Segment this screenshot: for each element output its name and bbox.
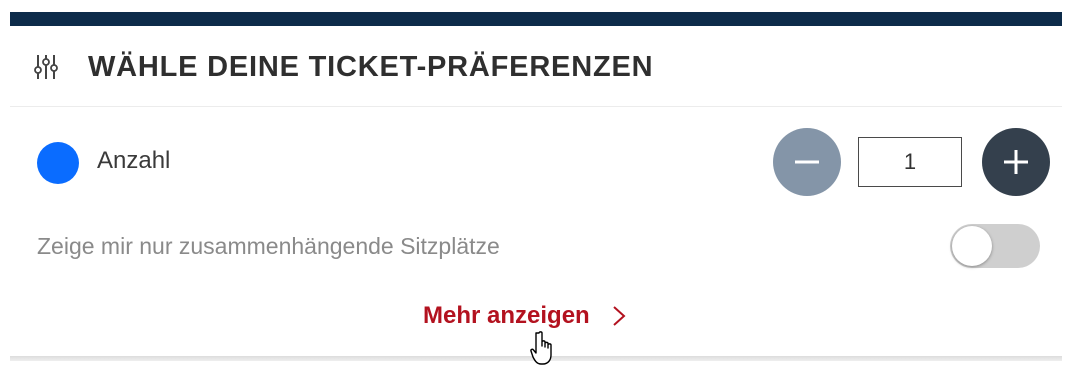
quantity-label: Anzahl: [97, 147, 171, 174]
quantity-input[interactable]: [858, 137, 962, 187]
increase-quantity-button[interactable]: [982, 128, 1050, 196]
plus-icon: [1004, 150, 1028, 174]
decrease-quantity-button[interactable]: [773, 128, 841, 196]
ticket-preferences-panel: WÄHLE DEINE TICKET-PRÄFERENZEN Anzahl Ze…: [10, 26, 1062, 356]
panel-header: WÄHLE DEINE TICKET-PRÄFERENZEN: [10, 26, 1062, 107]
chevron-right-icon: [613, 306, 626, 326]
show-more-link[interactable]: Mehr anzeigen: [423, 302, 626, 330]
hand-pointer-cursor-icon: [530, 331, 552, 365]
contiguous-seats-toggle[interactable]: [950, 224, 1040, 268]
contiguous-seats-label: Zeige mir nur zusammenhängende Sitzplätz…: [37, 233, 500, 259]
color-dot-indicator: [37, 142, 79, 184]
page-title: WÄHLE DEINE TICKET-PRÄFERENZEN: [88, 51, 654, 83]
show-more-label: Mehr anzeigen: [423, 302, 590, 329]
minus-icon: [795, 160, 819, 164]
sliders-icon: [34, 55, 58, 79]
toggle-knob: [952, 226, 992, 266]
top-accent-bar: [10, 12, 1062, 26]
